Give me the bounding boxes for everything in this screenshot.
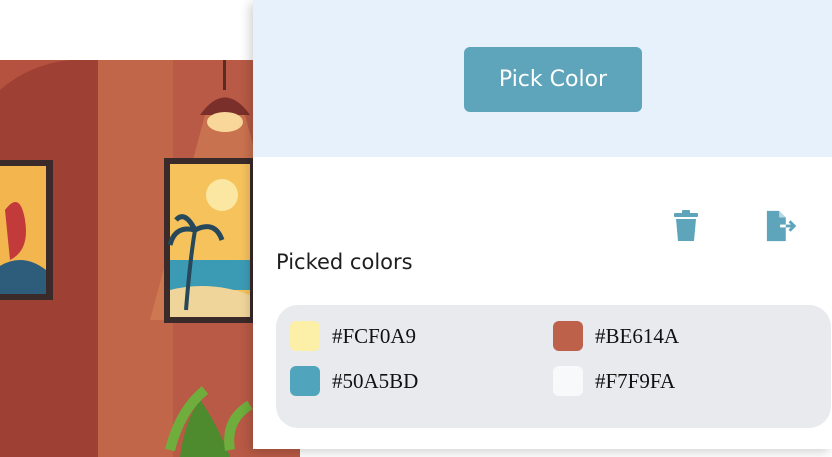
color-swatch xyxy=(290,321,320,351)
color-item[interactable]: #50A5BD xyxy=(290,365,418,397)
picked-colors-list: #FCF0A9 #BE614A #50A5BD #F7F9FA xyxy=(276,305,831,428)
color-item[interactable]: #F7F9FA xyxy=(553,365,675,397)
export-colors-button[interactable] xyxy=(765,208,799,244)
pick-color-button[interactable]: Pick Color xyxy=(464,47,642,112)
color-swatch xyxy=(553,321,583,351)
color-hex-label: #BE614A xyxy=(595,323,679,348)
color-hex-label: #F7F9FA xyxy=(595,368,676,393)
color-picker-panel: Pick Color Picked colors #FCF0A9 #BE614A xyxy=(253,0,832,449)
panel-header: Pick Color xyxy=(253,0,832,157)
color-hex-label: #FCF0A9 xyxy=(332,323,417,348)
color-swatch xyxy=(290,366,320,396)
color-item[interactable]: #BE614A xyxy=(553,320,679,352)
clear-colors-button[interactable] xyxy=(669,208,703,244)
color-item[interactable]: #FCF0A9 xyxy=(290,320,416,352)
color-swatch xyxy=(553,366,583,396)
color-hex-label: #50A5BD xyxy=(332,368,419,393)
export-file-icon xyxy=(766,210,797,242)
picked-colors-title: Picked colors xyxy=(276,250,413,274)
trash-icon xyxy=(674,210,698,241)
